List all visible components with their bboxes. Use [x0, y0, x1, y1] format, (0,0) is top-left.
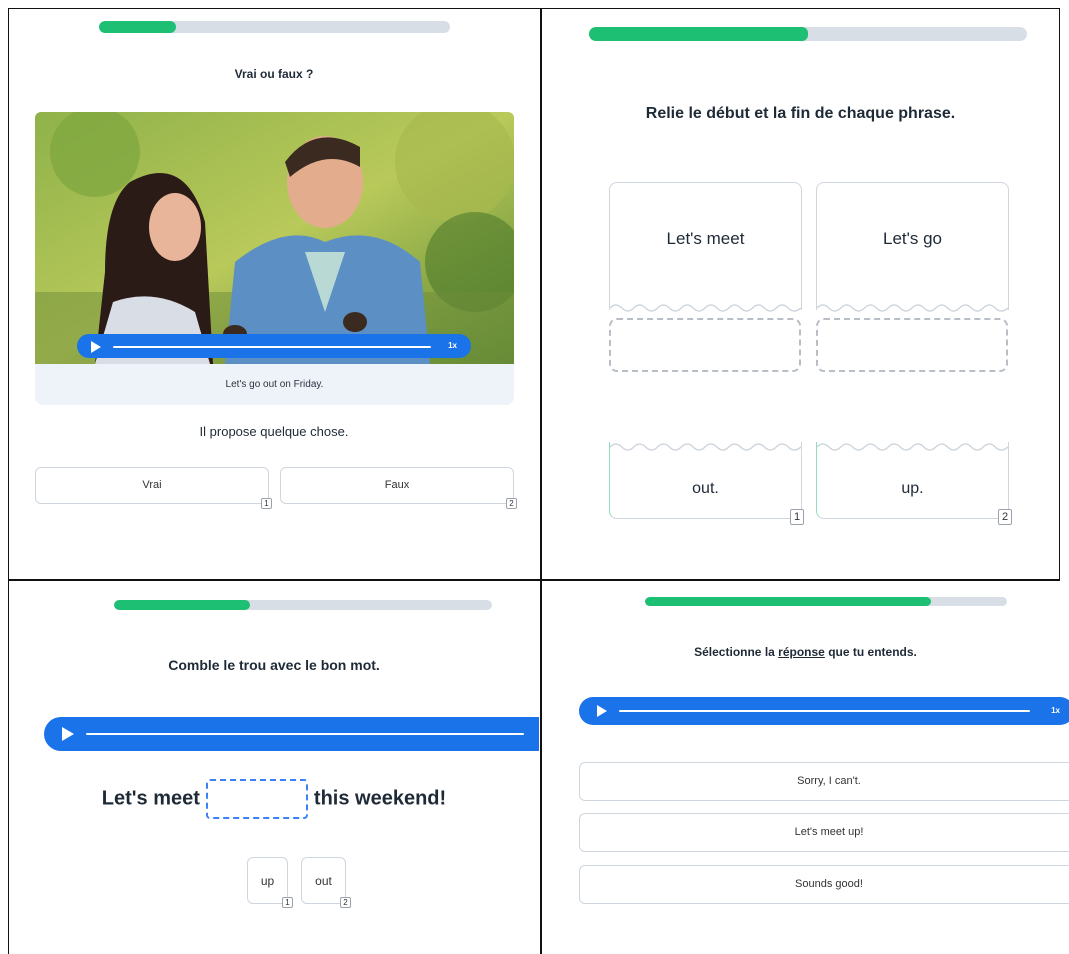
play-icon[interactable] [597, 705, 607, 717]
audio-player[interactable]: 1x [44, 717, 539, 751]
audio-track[interactable] [86, 733, 524, 735]
keyboard-shortcut-badge: 2 [506, 498, 517, 509]
exercise-title: Relie le début et la fin de chaque phras… [645, 105, 956, 122]
progress-bar [99, 21, 450, 33]
phrase-start-card[interactable]: Let's go [816, 182, 1009, 312]
drop-zone[interactable] [609, 318, 801, 372]
play-icon[interactable] [62, 727, 74, 741]
answer-option[interactable]: Sorry, I can't. [579, 762, 1069, 801]
keyboard-shortcut-badge: 1 [282, 897, 293, 908]
play-icon[interactable] [91, 341, 101, 353]
title-start: Sélectionne la [694, 645, 775, 659]
phrase-end-card[interactable]: up. [816, 442, 1009, 519]
title-end: que tu entends. [828, 645, 917, 659]
progress-fill [589, 27, 808, 41]
word-choice-out[interactable]: out [301, 857, 346, 904]
statement: Il propose quelque chose. [199, 424, 349, 439]
phrase-end-text: out. [692, 480, 719, 497]
audio-track[interactable] [113, 346, 431, 348]
audio-track[interactable] [619, 710, 1030, 712]
gap-sentence: Let's meet this weekend! [9, 779, 539, 819]
sentence-end: this weekend! [313, 787, 447, 810]
answer-label: Faux [384, 479, 410, 491]
panel-select-answer: Sélectionne la réponse que tu entends. 1… [542, 581, 1069, 954]
torn-edge [817, 443, 1008, 451]
sentence-start: Let's meet [101, 787, 200, 810]
word-label: out [315, 874, 332, 888]
keyboard-shortcut-badge: 2 [998, 509, 1012, 525]
progress-bar [645, 597, 1007, 606]
answer-true-button[interactable]: Vrai [35, 467, 269, 504]
grid-border-right-top [1059, 8, 1060, 580]
exercise-title: Comble le trou avec le bon mot. [168, 657, 380, 673]
panel-true-false: Vrai ou faux ? 1x Let's go out on Friday… [9, 9, 539, 578]
exercise-title: Sélectionne la réponse que tu entends. [542, 645, 1069, 659]
progress-fill [114, 600, 251, 610]
answer-label: Vrai [142, 479, 162, 491]
option-label: Let's meet up! [794, 826, 864, 838]
progress-fill [99, 21, 177, 33]
scene-photo: 1x [35, 112, 514, 364]
speed-toggle[interactable]: 1x [1051, 706, 1060, 715]
keyboard-shortcut-badge: 1 [790, 509, 804, 525]
speed-toggle[interactable]: 1x [448, 341, 457, 350]
phrase-start-text: Let's go [882, 229, 942, 248]
audio-caption: Let's go out on Friday. [35, 364, 514, 405]
option-label: Sorry, I can't. [797, 775, 861, 787]
title-link[interactable]: réponse [778, 645, 825, 659]
phrase-start-card[interactable]: Let's meet [609, 182, 802, 312]
phrase-end-card[interactable]: out. [609, 442, 802, 519]
panel-match-phrases: Relie le début et la fin de chaque phras… [542, 9, 1059, 578]
option-label: Sounds good! [795, 878, 863, 890]
torn-edge [610, 304, 801, 312]
blank-gap[interactable] [205, 779, 308, 819]
audio-player[interactable]: 1x [579, 697, 1069, 725]
phrase-start-text: Let's meet [666, 229, 745, 248]
audio-player[interactable]: 1x [77, 334, 471, 358]
torn-edge [610, 443, 801, 451]
keyboard-shortcut-badge: 2 [340, 897, 351, 908]
progress-bar [114, 600, 492, 610]
panel-fill-gap: Comble le trou avec le bon mot. 1x Let's… [9, 581, 539, 954]
answer-option[interactable]: Sounds good! [579, 865, 1069, 904]
torn-edge [817, 304, 1008, 312]
progress-bar [589, 27, 1027, 41]
word-label: up [260, 874, 275, 888]
answer-false-button[interactable]: Faux [280, 467, 514, 504]
progress-fill [645, 597, 931, 606]
keyboard-shortcut-badge: 1 [261, 498, 272, 509]
answer-option[interactable]: Let's meet up! [579, 813, 1069, 852]
phrase-end-text: up. [901, 480, 924, 497]
exercise-title: Vrai ou faux ? [234, 67, 314, 81]
drop-zone[interactable] [816, 318, 1008, 372]
